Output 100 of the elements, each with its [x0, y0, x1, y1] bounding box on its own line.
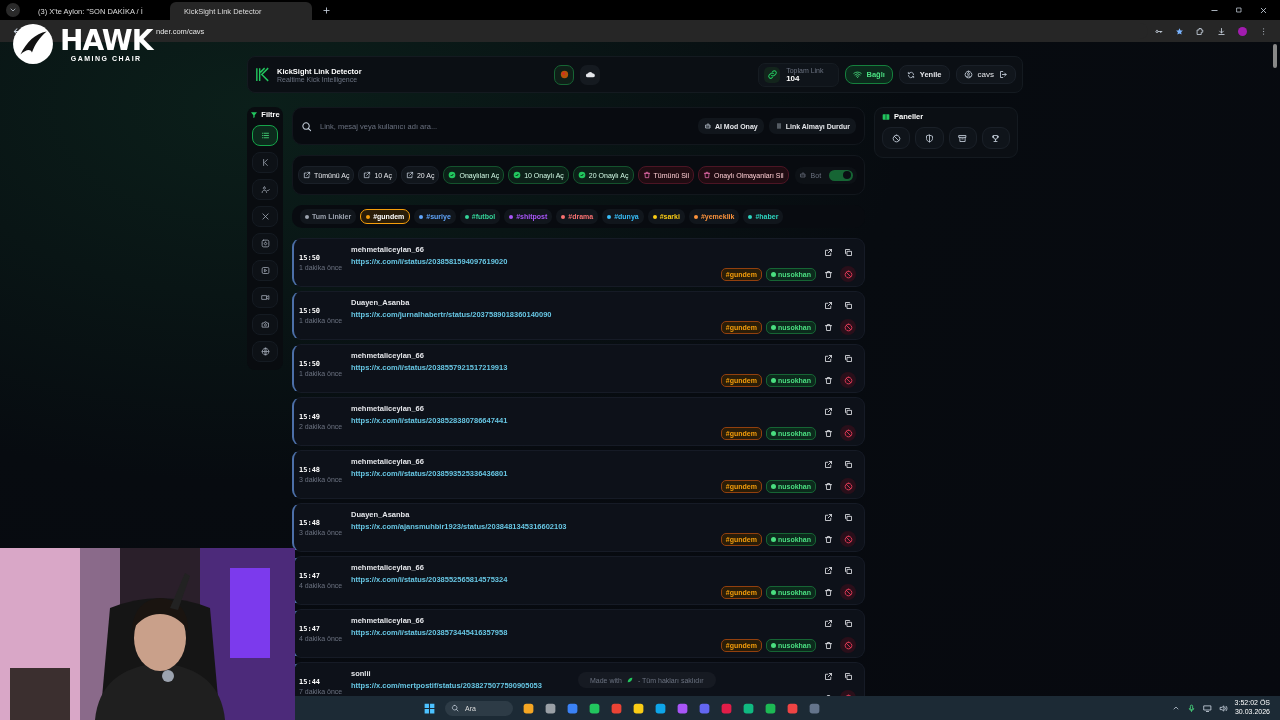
filter-button[interactable]: [252, 341, 278, 362]
block-button[interactable]: [840, 478, 856, 494]
trash-icon: [823, 428, 833, 438]
copy-icon: [843, 353, 853, 363]
block-button[interactable]: [840, 584, 856, 600]
copy-icon: [843, 247, 853, 257]
star-icon[interactable]: [1175, 26, 1184, 36]
app-icon[interactable]: [544, 701, 557, 715]
trash-icon: [823, 587, 833, 597]
logout-icon: [999, 70, 1008, 79]
app-icon[interactable]: [566, 701, 579, 715]
play-icon: [260, 266, 270, 275]
ban-icon: [843, 587, 853, 597]
external-link-icon: [823, 512, 833, 522]
link-icon: [766, 69, 778, 80]
robot-icon: [798, 171, 807, 179]
copy-icon: [843, 512, 853, 522]
avatar-button[interactable]: [554, 64, 574, 85]
check-icon: [577, 171, 586, 179]
ban-icon: [843, 269, 853, 279]
filter-button[interactable]: [252, 314, 278, 335]
block-button[interactable]: [840, 372, 856, 388]
pause-icon: [774, 122, 783, 130]
trophy-icon: [991, 133, 1001, 143]
filter-button[interactable]: [252, 287, 278, 308]
user-icon: [963, 70, 973, 79]
k-icon: [260, 158, 270, 167]
check-icon: [448, 171, 457, 179]
refresh-icon: [906, 70, 915, 79]
app-icon[interactable]: [764, 701, 777, 715]
app-icon[interactable]: [786, 701, 799, 715]
block-button[interactable]: [840, 266, 856, 282]
ban-icon: [843, 322, 853, 332]
ban-icon: [843, 640, 853, 650]
copy-icon: [843, 459, 853, 469]
external-link-icon: [823, 671, 833, 681]
cloud-icon: [584, 69, 596, 80]
panel-button[interactable]: [981, 127, 1010, 149]
external-link-icon: [303, 171, 311, 179]
filter-button[interactable]: [252, 179, 278, 200]
external-link-icon: [363, 171, 372, 179]
external-link-icon: [405, 171, 414, 179]
copy-icon: [843, 565, 853, 575]
trash-icon: [823, 640, 833, 650]
panel-button[interactable]: [915, 127, 944, 149]
copy-icon: [843, 618, 853, 628]
camera-icon: [260, 320, 270, 329]
trash-icon: [823, 269, 833, 279]
profile-avatar[interactable]: [1238, 26, 1247, 36]
chevron-icon: [9, 6, 17, 14]
panels-icon: [882, 112, 890, 121]
filter-button[interactable]: [252, 125, 278, 146]
copy-icon: [843, 406, 853, 416]
app-icon[interactable]: [588, 701, 601, 715]
maximize-icon: [1235, 6, 1243, 14]
trash-icon: [642, 171, 651, 179]
filter-button[interactable]: [252, 233, 278, 254]
speaker-icon: [1218, 703, 1228, 713]
video-camera-icon: [260, 293, 270, 302]
leaf-icon: [625, 676, 634, 684]
block-button[interactable]: [840, 637, 856, 653]
robot-icon: [703, 122, 712, 130]
external-link-icon: [823, 618, 833, 628]
ban-icon: [843, 428, 853, 438]
ban-icon: [843, 481, 853, 491]
tab-list-button[interactable]: [6, 3, 20, 17]
block-button[interactable]: [840, 319, 856, 335]
block-button[interactable]: [840, 531, 856, 547]
panel-button[interactable]: [948, 127, 977, 149]
windows-icon[interactable]: [423, 701, 436, 715]
filter-button[interactable]: [252, 152, 278, 173]
panel-button[interactable]: [882, 127, 911, 149]
block-button[interactable]: [840, 425, 856, 441]
search-icon: [451, 704, 459, 712]
ban-icon: [843, 375, 853, 385]
new-tab-icon: [322, 5, 331, 15]
external-link-icon: [823, 565, 833, 575]
trash-icon: [823, 534, 833, 544]
app-icon[interactable]: [632, 701, 645, 715]
app-icon[interactable]: [522, 701, 535, 715]
cloud-button[interactable]: [580, 64, 600, 85]
ban-icon: [843, 534, 853, 544]
app-icon[interactable]: [654, 701, 667, 715]
network-icon: [1202, 703, 1212, 713]
trash-icon: [823, 481, 833, 491]
user-icon: [260, 185, 270, 194]
external-link-icon: [823, 247, 833, 257]
overlay-brand: HAWK: [60, 26, 153, 55]
chevron-up-icon: [1171, 704, 1180, 712]
trash-icon: [702, 171, 711, 179]
archive-icon: [958, 133, 968, 143]
bot-toggle[interactable]: [829, 169, 854, 181]
microphone-icon[interactable]: [1186, 703, 1196, 713]
check-icon: [513, 171, 522, 179]
search-icon: [301, 120, 312, 132]
app-icon[interactable]: [742, 701, 755, 715]
trash-icon: [823, 375, 833, 385]
list-icon: [260, 131, 270, 140]
filter-button[interactable]: [252, 260, 278, 281]
user-button[interactable]: cavs: [955, 65, 1016, 84]
